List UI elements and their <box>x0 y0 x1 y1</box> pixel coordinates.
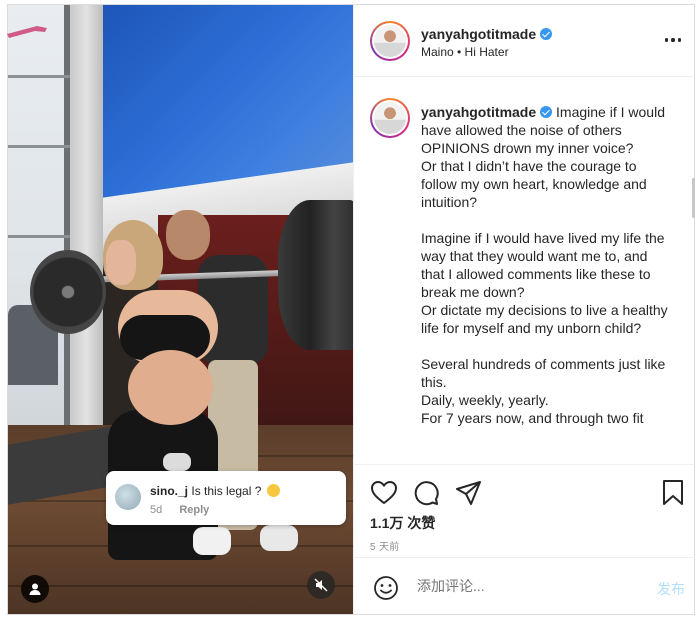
shoe <box>163 453 191 471</box>
author-username[interactable]: yanyahgotitmade <box>421 26 536 42</box>
shoe <box>260 525 298 551</box>
add-comment-bar: 发布 <box>354 557 695 614</box>
comment-input[interactable] <box>417 578 617 594</box>
confused-face-icon <box>266 484 280 497</box>
post-caption: yanyahgotitmade Imagine if I would have … <box>421 103 671 445</box>
author-avatar[interactable] <box>370 21 410 61</box>
shoe <box>193 527 231 555</box>
bookmark-icon[interactable] <box>659 479 687 507</box>
gym-equipment-hook <box>7 26 47 38</box>
caption-paragraph: Imagine if I would have lived my life th… <box>421 230 668 336</box>
more-horizontal-icon[interactable] <box>662 31 684 49</box>
caption-username[interactable]: yanyahgotitmade <box>421 104 536 120</box>
barbell-plate-left <box>30 250 106 334</box>
commenter-avatar[interactable] <box>115 484 141 510</box>
post-header: yanyahgotitmade Maino • Hi Hater <box>354 5 695 77</box>
heart-icon[interactable] <box>370 479 398 507</box>
comment-icon[interactable] <box>412 479 440 507</box>
commenter-username[interactable]: sino._j <box>150 484 188 498</box>
reply-button[interactable]: Reply <box>179 504 209 516</box>
verified-badge-icon <box>540 106 553 118</box>
post-time[interactable]: 5 天前 <box>370 538 400 553</box>
emoji-icon[interactable] <box>372 574 400 602</box>
post-media[interactable]: sino._j Is this legal ? 5d Reply <box>8 5 353 614</box>
post-dialog: sino._j Is this legal ? 5d Reply yanyahg… <box>7 4 695 615</box>
like-count[interactable]: 1.1万 次赞 <box>370 513 435 533</box>
barbell-plate-right <box>278 200 353 350</box>
post-comment-button[interactable]: 发布 <box>657 579 685 599</box>
mute-icon[interactable] <box>307 571 335 599</box>
audio-label[interactable]: Maino • Hi Hater <box>421 45 509 59</box>
overlay-comment-text: Is this legal ? <box>191 484 262 498</box>
verified-badge-icon <box>540 28 553 40</box>
caption-scrollbar[interactable] <box>692 178 695 218</box>
caption-paragraph: Several hundreds of comments just like t… <box>421 356 666 426</box>
overlay-comment-card: sino._j Is this legal ? 5d Reply <box>106 471 346 525</box>
comment-age: 5d <box>150 504 163 516</box>
caption-scroll-area[interactable]: yanyahgotitmade Imagine if I would have … <box>354 78 695 464</box>
send-icon[interactable] <box>455 479 483 507</box>
caption-author-avatar[interactable] <box>370 98 410 138</box>
user-tag-icon[interactable] <box>21 575 49 603</box>
post-side-panel: yanyahgotitmade Maino • Hi Hater yanyahg… <box>353 5 695 614</box>
post-actions: 1.1万 次赞 5 天前 <box>354 464 695 556</box>
